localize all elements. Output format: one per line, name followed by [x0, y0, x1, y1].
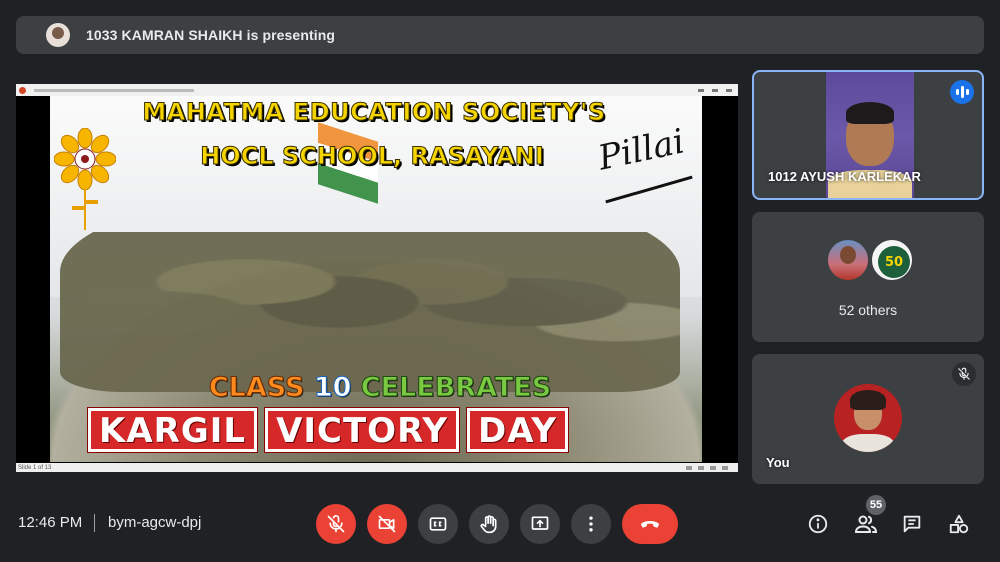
chat-icon: [903, 515, 921, 533]
banner-word-victory: VICTORY: [264, 407, 461, 453]
presenter-app-titlebar: [16, 84, 738, 96]
anniversary-badge: 50: [878, 246, 910, 278]
raise-hand-button[interactable]: [469, 504, 509, 544]
meeting-details-button[interactable]: [802, 508, 834, 540]
presenter-banner: 1033 KAMRAN SHAIKH is presenting: [16, 16, 984, 54]
presentation-area[interactable]: MAHATMA EDUCATION SOCIETY'S HOCL SCHOOL,…: [16, 84, 738, 472]
logo-leaf: [86, 200, 98, 204]
banner-word-kargil: KARGIL: [86, 407, 259, 453]
slide-counter: Slide 1 of 13: [18, 464, 52, 471]
view-controls: [686, 465, 728, 470]
microphone-toggle-button[interactable]: [316, 504, 356, 544]
avatar: [826, 238, 870, 282]
present-now-button[interactable]: [520, 504, 560, 544]
camera-off-icon: [378, 515, 396, 533]
info-icon: [808, 514, 828, 534]
others-count-label: 52 others: [838, 302, 898, 318]
class-number: 10: [313, 372, 352, 404]
slide-class-line: CLASS 10 CELEBRATES: [140, 372, 620, 404]
more-options-icon: [589, 516, 593, 532]
class-prefix: CLASS: [208, 372, 314, 404]
meeting-clock: 12:46 PM: [18, 514, 83, 531]
participant-tile-others[interactable]: 50 52 others: [752, 212, 984, 342]
raise-hand-icon: [480, 515, 497, 534]
people-button[interactable]: [850, 508, 882, 540]
present-icon: [531, 516, 549, 530]
participant-name: 1012 AYUSH KARLEKAR: [768, 169, 921, 184]
avatar: [834, 384, 902, 452]
meeting-code[interactable]: bym-agcw-dpj: [108, 514, 201, 531]
presenter-avatar: [46, 23, 70, 47]
kargil-banner: KARGIL VICTORY DAY: [86, 407, 569, 453]
logo-stem: [84, 188, 86, 230]
window-controls: [698, 88, 732, 92]
meeting-controls-bar: 12:46 PM bym-agcw-dpj 55: [0, 495, 1000, 550]
banner-word-day: DAY: [466, 407, 569, 453]
participant-tile-self[interactable]: You: [752, 354, 984, 484]
activities-icon: [949, 514, 969, 534]
others-avatar-group: 50: [826, 238, 914, 282]
presenter-status-bar: Slide 1 of 13: [16, 463, 738, 472]
more-options-button[interactable]: [571, 504, 611, 544]
chat-button[interactable]: [896, 508, 928, 540]
end-call-button[interactable]: [622, 504, 678, 544]
soldiers-photo: [60, 192, 680, 392]
camera-toggle-button[interactable]: [367, 504, 407, 544]
captions-button[interactable]: [418, 504, 458, 544]
activities-button[interactable]: [943, 508, 975, 540]
class-suffix: CELEBRATES: [351, 372, 552, 404]
app-title-text: [34, 88, 194, 92]
speaking-indicator-icon: [950, 80, 974, 104]
presenter-text: 1033 KAMRAN SHAIKH is presenting: [86, 27, 336, 43]
powerpoint-icon: [19, 86, 26, 94]
participant-name: You: [766, 455, 790, 470]
logo-leaf: [72, 206, 84, 210]
slide-title-line2: HOCL SCHOOL, RASAYANI: [200, 142, 545, 171]
school-logo-icon: [54, 128, 116, 190]
captions-icon: [429, 517, 447, 531]
mic-off-icon: [327, 514, 345, 533]
participant-tile-speaking[interactable]: 1012 AYUSH KARLEKAR: [752, 70, 984, 200]
people-icon: [854, 515, 878, 533]
end-call-icon: [641, 521, 659, 528]
divider: [94, 514, 95, 532]
mic-off-icon: [952, 362, 976, 386]
slide-title-line1: MAHATMA EDUCATION SOCIETY'S: [142, 98, 606, 127]
slide-canvas: MAHATMA EDUCATION SOCIETY'S HOCL SCHOOL,…: [50, 96, 702, 462]
avatar: 50: [870, 238, 914, 282]
